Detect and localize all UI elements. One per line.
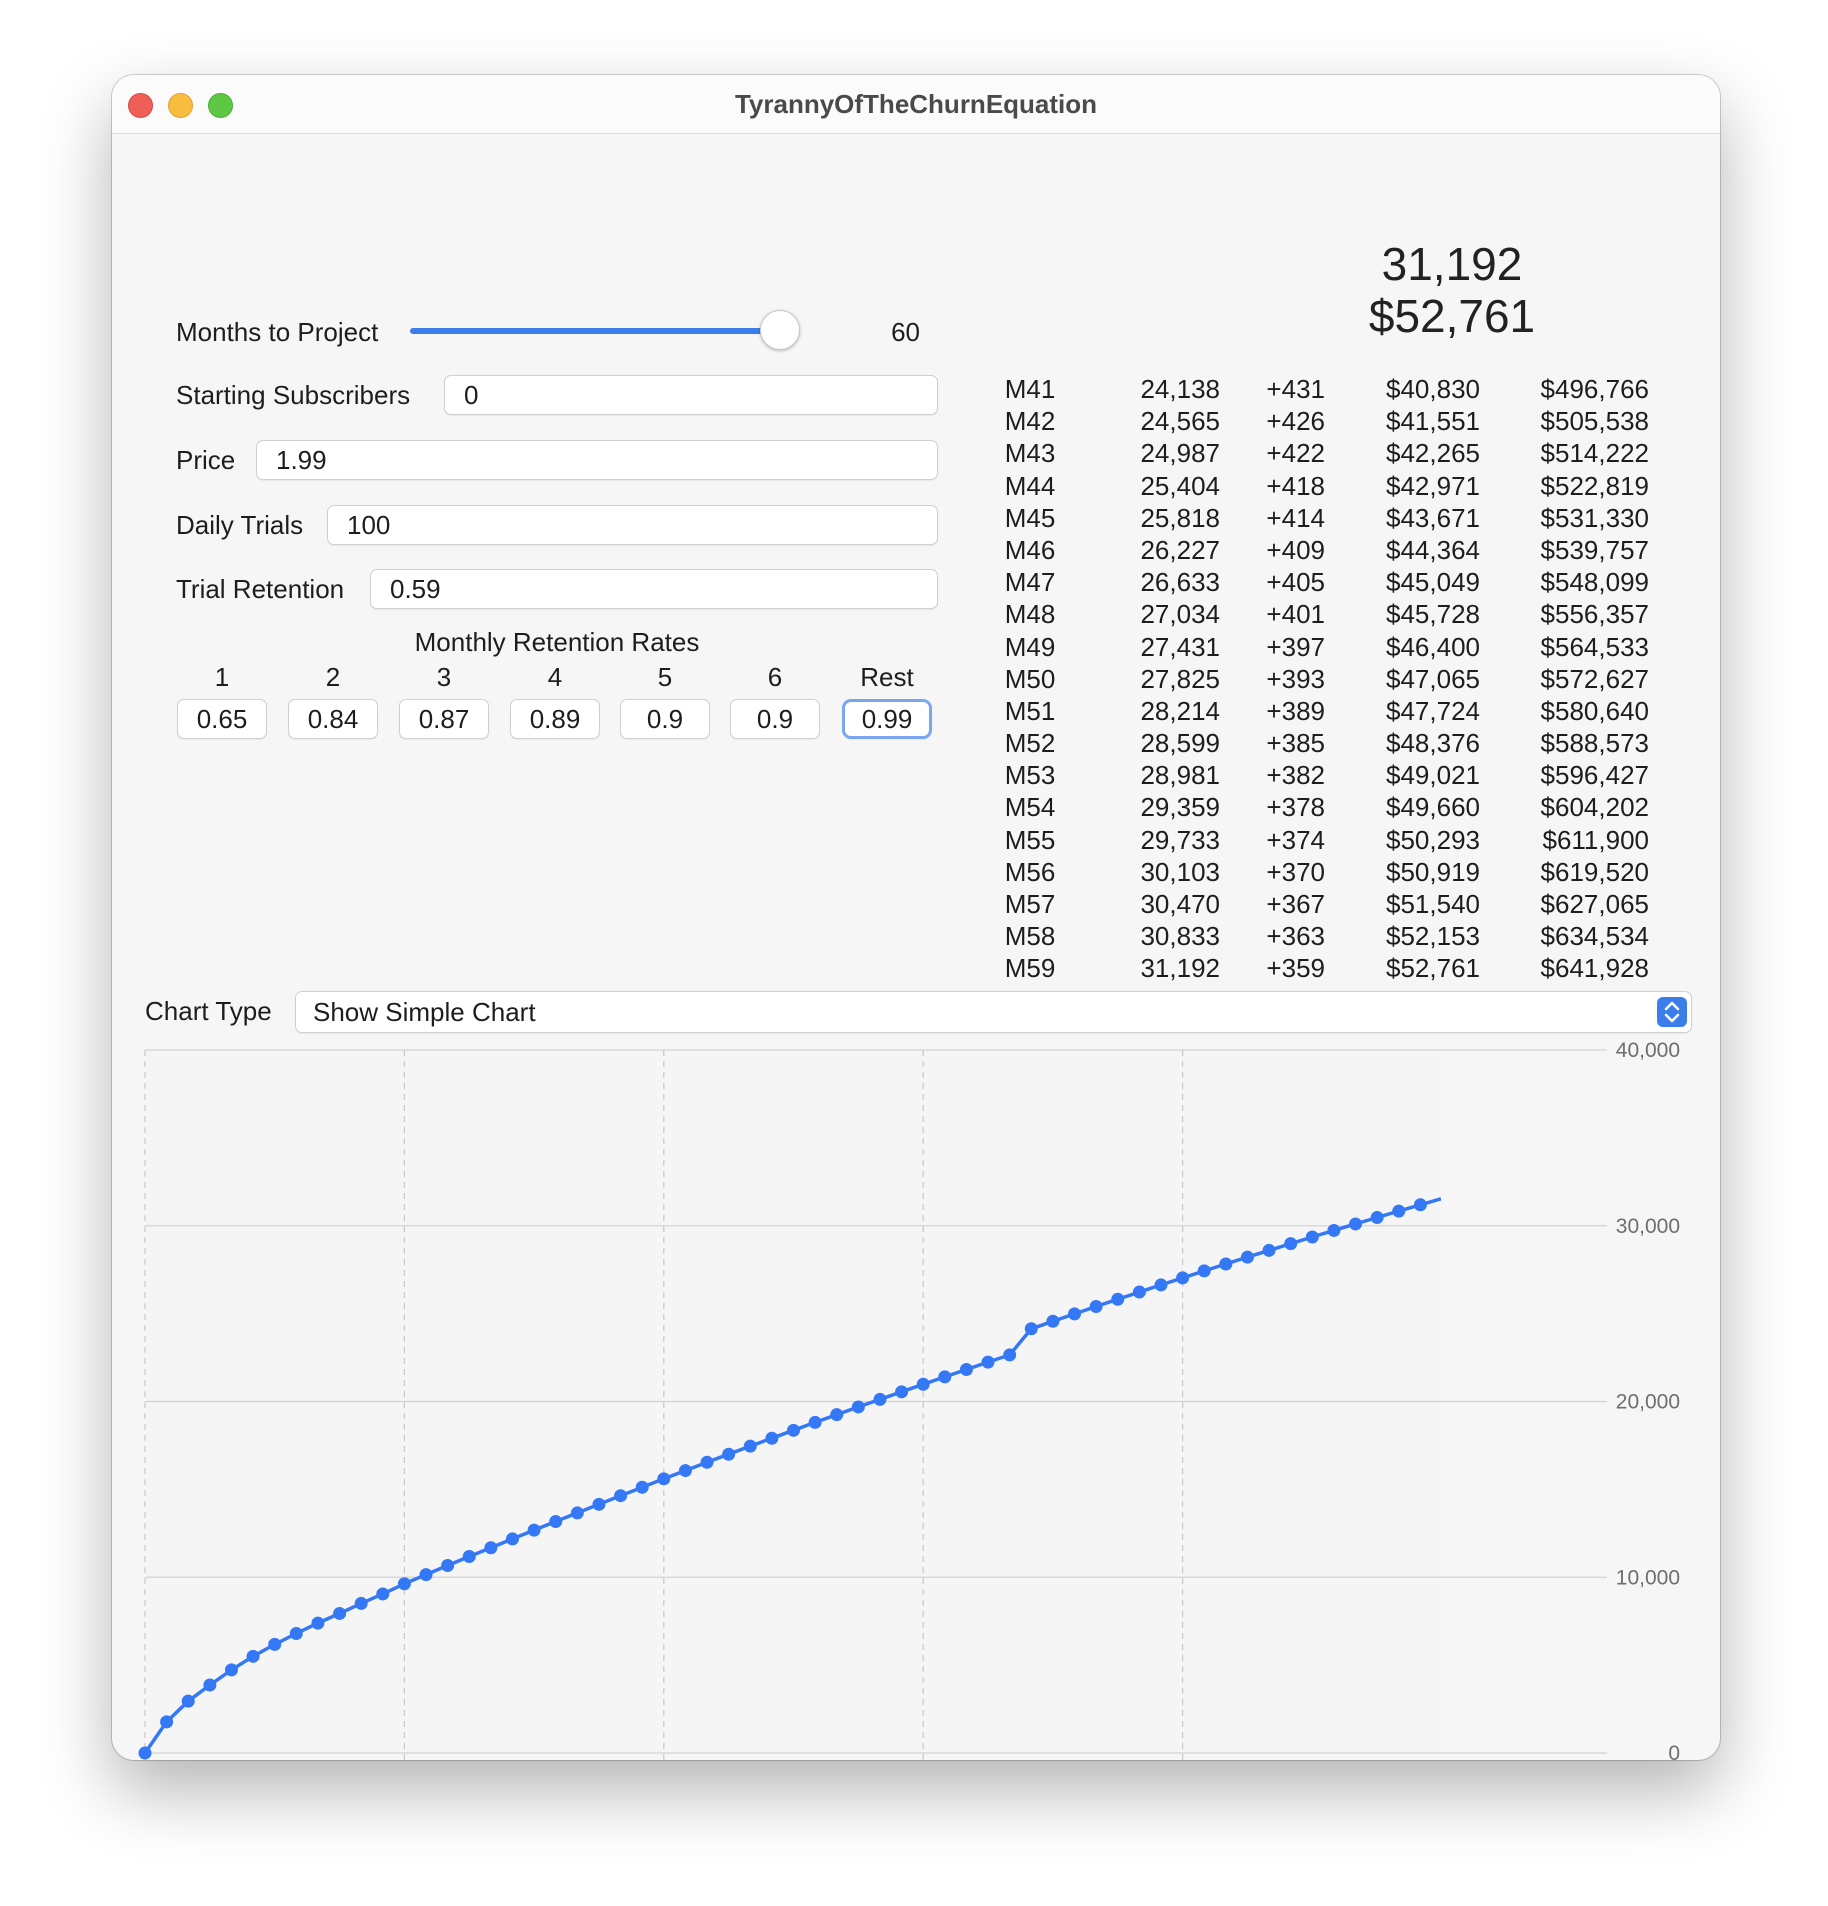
- window-title: TyrannyOfTheChurnEquation: [734, 89, 1098, 119]
- data-point: [916, 1377, 930, 1391]
- y-tick-label: 0: [1668, 1742, 1680, 1760]
- data-point: [1089, 1300, 1103, 1314]
- data-point: [743, 1439, 757, 1453]
- data-point: [527, 1523, 541, 1537]
- data-point: [873, 1392, 887, 1406]
- data-point: [765, 1431, 779, 1445]
- title-bar: TyrannyOfTheChurnEquation: [112, 75, 1720, 134]
- data-point: [614, 1489, 628, 1503]
- data-point: [441, 1558, 455, 1572]
- data-point: [289, 1626, 303, 1640]
- data-point: [376, 1587, 390, 1601]
- data-point: [830, 1408, 844, 1422]
- data-point: [700, 1455, 714, 1469]
- data-point: [1392, 1204, 1406, 1218]
- data-point: [1219, 1257, 1233, 1271]
- data-point: [981, 1355, 995, 1369]
- data-point: [570, 1506, 584, 1520]
- data-point: [419, 1568, 433, 1582]
- y-tick-label: 30,000: [1616, 1215, 1680, 1238]
- data-point: [549, 1515, 563, 1529]
- data-point: [1370, 1210, 1384, 1224]
- data-point: [959, 1363, 973, 1377]
- data-point: [1111, 1292, 1125, 1306]
- data-point: [484, 1541, 498, 1555]
- y-tick-label: 20,000: [1616, 1391, 1680, 1414]
- data-point: [203, 1678, 217, 1692]
- data-point: [1068, 1307, 1082, 1321]
- data-point: [1132, 1285, 1146, 1299]
- data-point: [1240, 1250, 1254, 1264]
- data-point: [895, 1385, 909, 1399]
- y-tick-label: 10,000: [1616, 1566, 1680, 1589]
- data-point: [1349, 1217, 1363, 1231]
- data-point: [1046, 1314, 1060, 1328]
- data-point: [224, 1663, 238, 1677]
- data-point: [462, 1550, 476, 1564]
- data-point: [246, 1649, 260, 1663]
- data-point: [1024, 1322, 1038, 1336]
- data-point: [1154, 1278, 1168, 1292]
- data-point: [1197, 1264, 1211, 1278]
- data-point: [787, 1423, 800, 1437]
- data-point: [1327, 1223, 1341, 1237]
- app-window: TyrannyOfTheChurnEquation Months to Proj…: [112, 75, 1720, 1760]
- data-point: [635, 1480, 649, 1494]
- data-point: [1413, 1198, 1427, 1212]
- main-content: Months to Project 60 Starting Subscriber…: [112, 134, 1720, 1760]
- data-point: [592, 1497, 606, 1511]
- data-point: [397, 1577, 411, 1591]
- data-point: [851, 1400, 865, 1414]
- data-point: [678, 1464, 692, 1478]
- data-point: [181, 1694, 195, 1708]
- y-tick-label: 40,000: [1616, 1039, 1680, 1062]
- data-point: [268, 1637, 282, 1651]
- data-point: [1003, 1348, 1017, 1362]
- data-point: [938, 1370, 952, 1384]
- data-point: [138, 1746, 152, 1760]
- data-point: [1305, 1230, 1319, 1244]
- data-point: [333, 1606, 347, 1620]
- data-point: [657, 1472, 671, 1486]
- subscriber-chart: 010,00020,00030,00040,000012243648: [138, 1039, 1680, 1760]
- data-point: [722, 1447, 736, 1461]
- data-point: [1262, 1243, 1276, 1257]
- data-point: [354, 1596, 368, 1610]
- data-point: [505, 1532, 519, 1546]
- data-point: [1176, 1271, 1190, 1285]
- data-point: [808, 1415, 822, 1429]
- data-point: [160, 1715, 174, 1729]
- data-point: [311, 1616, 325, 1630]
- data-point: [1284, 1237, 1298, 1251]
